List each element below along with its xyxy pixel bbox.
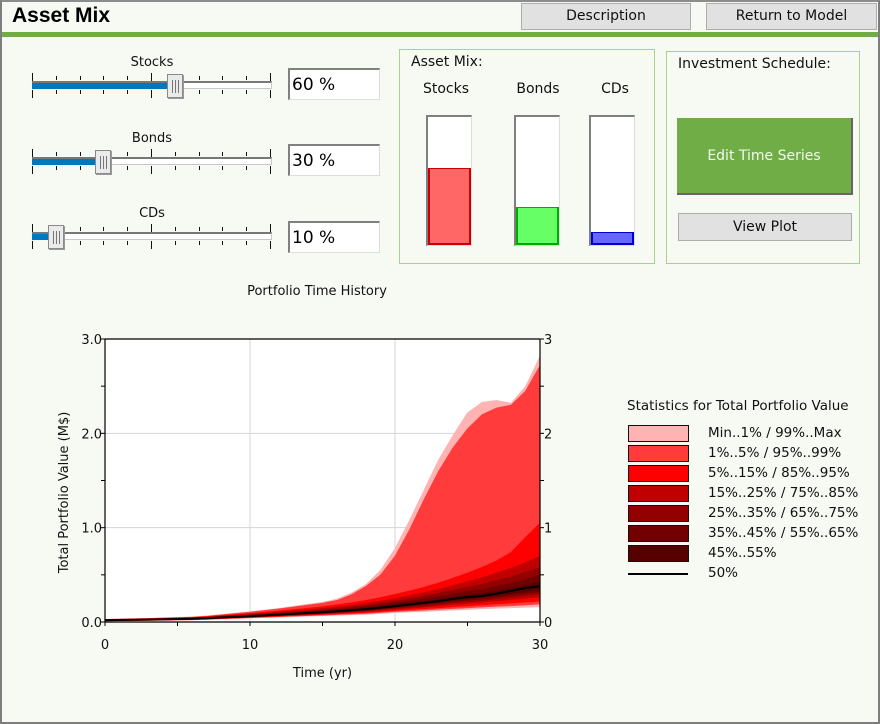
legend-label: 15%..25% / 75%..85%	[708, 485, 859, 501]
x-tick-label: 20	[387, 638, 404, 653]
y-tick-label-right: 0	[544, 616, 552, 631]
y-tick-label-left: 2.0	[81, 427, 102, 442]
legend-swatch	[628, 485, 689, 502]
legend-swatch	[628, 525, 689, 542]
y-tick-label-left: 0.0	[81, 616, 102, 631]
legend-swatch	[628, 425, 689, 442]
x-axis-label: Time (yr)	[292, 666, 352, 681]
x-tick-label: 0	[101, 638, 109, 653]
legend-line-swatch	[628, 573, 688, 575]
x-tick-label: 30	[532, 638, 549, 653]
y-axis-label: Total Portfolio Value (M$)	[57, 412, 72, 575]
legend-swatch	[628, 465, 689, 482]
legend-label: 50%	[708, 565, 739, 581]
legend-label: 1%..5% / 95%..99%	[708, 445, 842, 461]
legend-label: 45%..55%	[708, 545, 777, 561]
y-tick-label-left: 1.0	[81, 522, 102, 537]
legend-swatch	[628, 445, 689, 462]
legend-label: 35%..45% / 55%..65%	[708, 525, 859, 541]
y-tick-label-right: 2	[544, 427, 552, 442]
legend-label: 25%..35% / 65%..75%	[708, 505, 859, 521]
legend-label: 5%..15% / 85%..95%	[708, 465, 850, 481]
y-tick-label-left: 3.0	[81, 333, 102, 348]
y-tick-label-right: 1	[544, 522, 552, 537]
legend-swatch	[628, 545, 689, 562]
legend-label: Min..1% / 99%..Max	[708, 425, 842, 441]
portfolio-time-history-chart: 0 10 20 30 0.0 1.0 2.0 3.0 0 1 2 3 Time (yr) Total Po…	[57, 333, 552, 681]
y-tick-label-right: 3	[544, 333, 552, 348]
x-tick-label: 10	[242, 638, 259, 653]
legend-title: Statistics for Total Portfolio Value	[627, 398, 849, 414]
legend-swatch	[628, 505, 689, 522]
